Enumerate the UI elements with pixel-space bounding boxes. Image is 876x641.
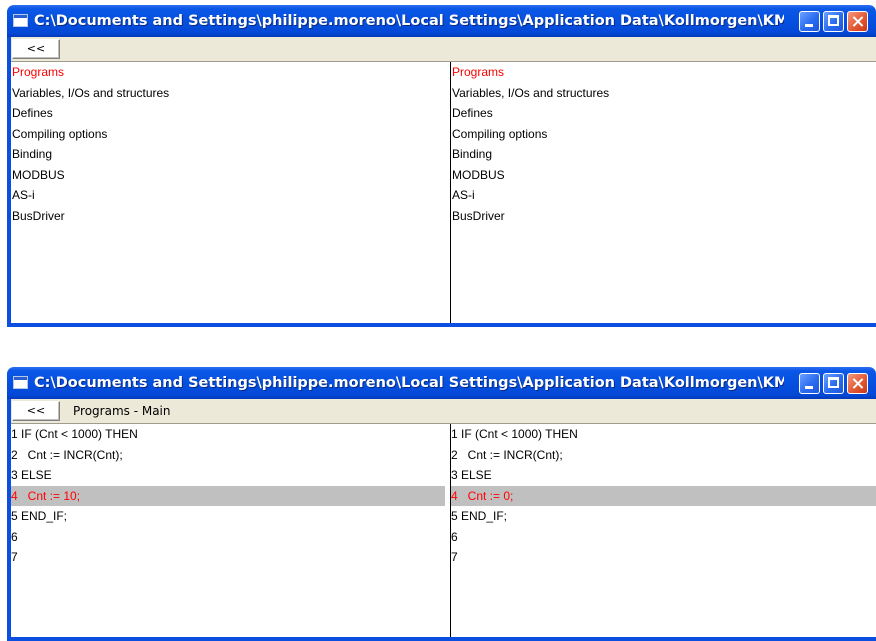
- tree-item[interactable]: AS-i: [11, 185, 445, 206]
- code-line[interactable]: 7: [11, 547, 445, 568]
- tree-item[interactable]: Variables, I/Os and structures: [11, 83, 445, 104]
- code-line[interactable]: 3 ELSE: [11, 465, 445, 486]
- compare-window-top: C:\Documents and Settings\philippe.moren…: [7, 5, 876, 327]
- right-code-pane[interactable]: 1 IF (Cnt < 1000) THEN 2 Cnt := INCR(Cnt);…: [450, 424, 876, 637]
- tree-item[interactable]: BusDriver: [11, 206, 445, 227]
- tree-item[interactable]: Programs: [11, 62, 445, 83]
- code-line[interactable]: 2 Cnt := INCR(Cnt);: [451, 445, 876, 466]
- tree-item[interactable]: MODBUS: [11, 165, 445, 186]
- right-pane[interactable]: Programs Variables, I/Os and structures De…: [450, 62, 876, 323]
- code-text: END_IF;: [21, 509, 68, 523]
- minimize-icon[interactable]: [799, 373, 820, 394]
- back-button[interactable]: <<: [12, 39, 60, 59]
- line-number: 5: [451, 509, 458, 523]
- maximize-icon[interactable]: [823, 11, 844, 32]
- compare-window-bottom: C:\Documents and Settings\philippe.moren…: [7, 367, 876, 641]
- tree-item[interactable]: BusDriver: [451, 206, 876, 227]
- line-number: 1: [451, 427, 458, 441]
- code-text: IF (Cnt < 1000) THEN: [461, 427, 578, 441]
- code-line[interactable]: 5 END_IF;: [451, 506, 876, 527]
- code-text: Cnt := 0;: [461, 488, 514, 503]
- code-text: Cnt := 10;: [21, 488, 81, 503]
- code-line-diff[interactable]: 4 Cnt := 0;: [451, 485, 876, 506]
- window-frame-bottom: [7, 637, 876, 641]
- tree-item[interactable]: Compiling options: [11, 124, 445, 145]
- tree-item[interactable]: Compiling options: [451, 124, 876, 145]
- window-icon[interactable]: [13, 14, 28, 27]
- line-number: 6: [11, 529, 18, 544]
- code-line[interactable]: 3 ELSE: [451, 465, 876, 486]
- code-text: ELSE: [21, 468, 52, 482]
- left-pane[interactable]: Programs Variables, I/Os and structures De…: [11, 62, 445, 323]
- code-text: Cnt := INCR(Cnt);: [21, 447, 123, 462]
- line-number: 7: [451, 550, 458, 564]
- compare-content: 1 IF (Cnt < 1000) THEN 2 Cnt := INCR(Cnt);…: [11, 424, 876, 637]
- line-number: 4: [451, 488, 458, 503]
- code-text: END_IF;: [461, 509, 508, 523]
- line-number: 4: [11, 488, 18, 503]
- code-line[interactable]: 6: [451, 527, 876, 548]
- code-text: IF (Cnt < 1000) THEN: [21, 427, 138, 441]
- tree-item[interactable]: Binding: [11, 144, 445, 165]
- code-line[interactable]: 1 IF (Cnt < 1000) THEN: [11, 424, 445, 445]
- maximize-icon[interactable]: [823, 373, 844, 394]
- code-line[interactable]: 5 END_IF;: [11, 506, 445, 527]
- code-line[interactable]: 2 Cnt := INCR(Cnt);: [11, 445, 445, 466]
- breadcrumb: Programs - Main: [73, 404, 171, 418]
- tree-item[interactable]: Programs: [451, 62, 876, 83]
- window-title: C:\Documents and Settings\philippe.moren…: [34, 375, 784, 391]
- back-button[interactable]: <<: [12, 401, 60, 421]
- tree-item[interactable]: Variables, I/Os and structures: [451, 83, 876, 104]
- line-number: 3: [451, 468, 458, 482]
- tree-item[interactable]: AS-i: [451, 185, 876, 206]
- window-frame-bottom: [7, 323, 876, 327]
- line-number: 3: [11, 468, 18, 482]
- code-text: ELSE: [461, 468, 492, 482]
- title-bar[interactable]: C:\Documents and Settings\philippe.moren…: [7, 367, 876, 399]
- line-number: 6: [451, 529, 458, 544]
- close-icon[interactable]: [847, 11, 868, 32]
- tree-item[interactable]: Defines: [451, 103, 876, 124]
- compare-content: Programs Variables, I/Os and structures De…: [11, 62, 876, 323]
- code-line-diff[interactable]: 4 Cnt := 10;: [11, 485, 445, 506]
- title-bar[interactable]: C:\Documents and Settings\philippe.moren…: [7, 5, 876, 37]
- tree-item[interactable]: Defines: [11, 103, 445, 124]
- line-number: 2: [11, 447, 18, 462]
- window-icon[interactable]: [13, 376, 28, 389]
- code-text: Cnt := INCR(Cnt);: [461, 447, 563, 462]
- code-line[interactable]: 6: [11, 527, 445, 548]
- tree-item[interactable]: Binding: [451, 144, 876, 165]
- toolbar: << Programs - Main: [11, 399, 876, 424]
- line-number: 5: [11, 509, 18, 523]
- left-code-pane[interactable]: 1 IF (Cnt < 1000) THEN 2 Cnt := INCR(Cnt);…: [11, 424, 445, 637]
- tree-item[interactable]: MODBUS: [451, 165, 876, 186]
- minimize-icon[interactable]: [799, 11, 820, 32]
- code-line[interactable]: 1 IF (Cnt < 1000) THEN: [451, 424, 876, 445]
- code-line[interactable]: 7: [451, 547, 876, 568]
- close-icon[interactable]: [847, 373, 868, 394]
- line-number: 2: [451, 447, 458, 462]
- toolbar: <<: [11, 37, 876, 62]
- line-number: 1: [11, 427, 18, 441]
- line-number: 7: [11, 550, 18, 564]
- window-title: C:\Documents and Settings\philippe.moren…: [34, 13, 784, 29]
